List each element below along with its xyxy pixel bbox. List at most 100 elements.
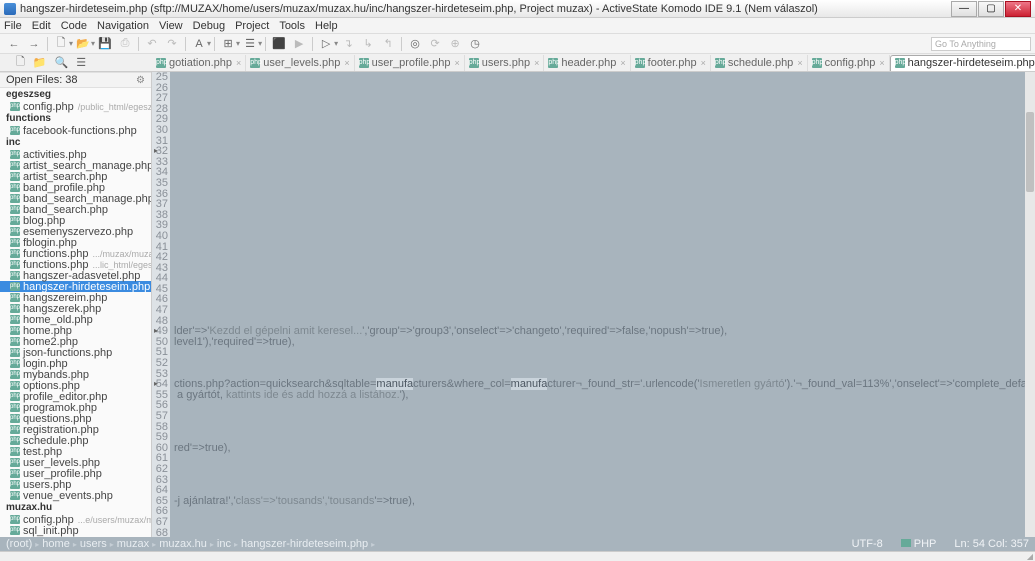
close-button[interactable]: ✕ [1005,1,1031,17]
file-item[interactable]: phphangszer-hirdeteseim.php [0,281,151,292]
redo-button[interactable]: ↷ [164,36,180,52]
sync-button[interactable]: ⊕ [447,36,463,52]
fold-marker[interactable]: ▸ [154,146,158,157]
menu-project[interactable]: Project [235,20,269,32]
breadcrumb[interactable]: (root)▸home▸users▸muzax▸muzax.hu▸inc▸han… [6,538,378,550]
editor-tab[interactable]: phpschedule.php× [711,55,808,71]
open-files-header[interactable]: Open Files: 38 ⚙ [0,72,151,88]
close-tab-icon[interactable]: × [236,58,241,68]
close-tab-icon[interactable]: × [534,58,539,68]
folder-icon[interactable]: 📁 [33,56,47,69]
file-group-header[interactable]: muzax.hu [0,501,151,514]
editor-tab[interactable]: phpconfig.php× [808,55,890,71]
file-item[interactable]: phpquestions.php [0,413,151,424]
code-editor[interactable]: 2526272829303132333435363738394041424344… [152,72,1035,537]
file-item[interactable]: phpband_profile.php [0,182,151,193]
target-button[interactable]: ◎ [407,36,423,52]
editor-tab[interactable]: phpusers.php× [465,55,545,71]
refresh-button[interactable]: ⟳ [427,36,443,52]
undo-button[interactable]: ↶ [144,36,160,52]
file-item[interactable]: phpfblogin.php [0,237,151,248]
file-item[interactable]: phphangszerek.php [0,303,151,314]
close-tab-icon[interactable]: × [701,58,706,68]
editor-tab[interactable]: phpheader.php× [544,55,630,71]
indent-button[interactable]: ☰ [242,36,258,52]
step-into-button[interactable]: ↳ [360,36,376,52]
menu-navigation[interactable]: Navigation [97,20,149,32]
step-out-button[interactable]: ↰ [380,36,396,52]
file-item[interactable]: phpfunctions.php...lic_html/egeszseg/inc [0,259,151,270]
new-file-button[interactable]: 🗋 [53,36,69,52]
file-item[interactable]: phpconfig.php...e/users/muzax/muzax.hu [0,514,151,525]
list-icon[interactable]: ☰ [76,56,86,69]
close-tab-icon[interactable]: × [797,58,802,68]
editor-tab[interactable]: phpfooter.php× [631,55,711,71]
file-group-header[interactable]: inc [0,136,151,149]
file-item[interactable]: phpuser_profile.php [0,468,151,479]
menu-help[interactable]: Help [315,20,338,32]
close-tab-icon[interactable]: × [344,58,349,68]
breadcrumb-segment[interactable]: inc [217,538,231,550]
file-item[interactable]: phplogin.php [0,358,151,369]
file-item[interactable]: phpregistration.php [0,424,151,435]
scrollbar-thumb[interactable] [1026,112,1034,192]
menu-edit[interactable]: Edit [32,20,51,32]
find-icon[interactable]: 🔍 [55,56,69,69]
breadcrumb-segment[interactable]: users [80,538,107,550]
file-item[interactable]: phptest.php [0,446,151,457]
file-item[interactable]: phpusers.php [0,479,151,490]
file-item[interactable]: phphome_old.php [0,314,151,325]
editor-tab[interactable]: phpuser_levels.php× [246,55,354,71]
breadcrumb-segment[interactable]: (root) [6,538,32,550]
file-item[interactable]: phpband_search_manage.php [0,193,151,204]
file-item[interactable]: phpesemenyszervezo.php [0,226,151,237]
font-button[interactable]: A [191,36,207,52]
file-item[interactable]: phpartist_search.php [0,171,151,182]
fold-marker[interactable]: ▸ [154,379,158,390]
file-item[interactable]: phpprofile_editor.php [0,391,151,402]
breadcrumb-segment[interactable]: muzax.hu [159,538,207,550]
menu-tools[interactable]: Tools [279,20,305,32]
file-item[interactable]: phpvenue_events.php [0,490,151,501]
record-macro-button[interactable]: ⬛ [271,36,287,52]
close-tab-icon[interactable]: × [620,58,625,68]
file-item[interactable]: phpband_search.php [0,204,151,215]
file-tree[interactable]: egeszsegphpconfig.php/public_html/egeszs… [0,88,151,537]
close-tab-icon[interactable]: × [879,58,884,68]
file-item[interactable]: phpartist_search_manage.php [0,160,151,171]
file-item[interactable]: phpsql_init.php [0,525,151,536]
menu-view[interactable]: View [159,20,183,32]
file-group-header[interactable]: functions [0,112,151,125]
file-item[interactable]: phpuser_levels.php [0,457,151,468]
breadcrumb-segment[interactable]: home [42,538,70,550]
minimize-button[interactable]: — [951,1,977,17]
file-item[interactable]: phpmybands.php [0,369,151,380]
file-item[interactable]: phpconfig.php/public_html/egeszseg [0,101,151,112]
play-macro-button[interactable]: ▶ [291,36,307,52]
editor-tab[interactable]: phpgotiation.php× [152,55,246,71]
forward-button[interactable]: → [26,36,42,52]
file-item[interactable]: phphome.php [0,325,151,336]
save-all-button[interactable]: ⎙ [117,36,133,52]
file-item[interactable]: phphangszereim.php [0,292,151,303]
menu-debug[interactable]: Debug [193,20,225,32]
maximize-button[interactable]: ▢ [978,1,1004,17]
file-item[interactable]: phpactivities.php [0,149,151,160]
editor-tab[interactable]: phpuser_profile.php× [355,55,465,71]
open-file-button[interactable]: 📂 [75,36,91,52]
file-item[interactable]: phphangszer-adasvetel.php [0,270,151,281]
close-tab-icon[interactable]: × [454,58,459,68]
back-button[interactable]: ← [6,36,22,52]
file-item[interactable]: phpblog.php [0,215,151,226]
clock-button[interactable]: ◷ [467,36,483,52]
file-item[interactable]: phpschedule.php [0,435,151,446]
code-area[interactable]: lder'=>'Kezdd el gépelni amit keresel...… [170,72,1025,537]
debug-play-button[interactable]: ▷ [318,36,334,52]
step-over-button[interactable]: ↴ [340,36,356,52]
file-item[interactable]: phpjson-functions.php [0,347,151,358]
vertical-scrollbar[interactable] [1025,72,1035,537]
file-group-header[interactable]: egeszseg [0,88,151,101]
language-label[interactable]: PHP [901,538,937,550]
comment-button[interactable]: ⊞ [220,36,236,52]
breadcrumb-segment[interactable]: muzax [117,538,149,550]
